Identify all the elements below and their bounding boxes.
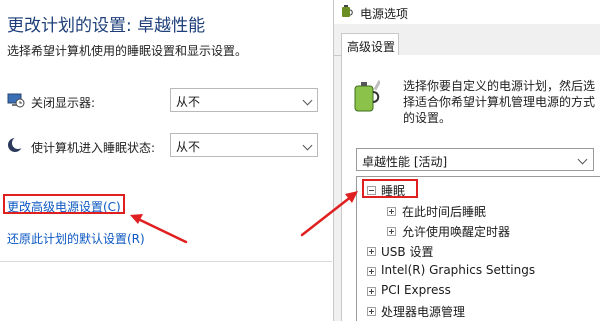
tree-item-intel-graphics[interactable]: Intel(R) Graphics Settings [381, 263, 535, 277]
display-off-select[interactable]: 从不 [170, 88, 318, 112]
tree-item-wake-timers[interactable]: 允许使用唤醒定时器 [402, 223, 510, 240]
dialog-description: 选择你要自定义的电源计划，然后选择适合你希望计算机管理电源的方式的设置。 [403, 79, 596, 125]
power-plan-battery-icon [354, 80, 380, 112]
tree-item-sleep-after[interactable]: 在此时间后睡眠 [402, 203, 486, 220]
expand-icon[interactable] [387, 207, 396, 216]
page-title: 更改计划的设置: 卓越性能 [7, 16, 206, 36]
chevron-down-icon [577, 154, 588, 165]
restore-defaults-link[interactable]: 还原此计划的默认设置(R) [7, 230, 145, 247]
sleep-moon-icon [8, 137, 24, 152]
highlight-box [362, 179, 418, 198]
sleep-select[interactable]: 从不 [170, 133, 318, 157]
expand-icon[interactable] [367, 307, 376, 316]
power-plan-settings-panel: 更改计划的设置: 卓越性能 选择希望计算机使用的睡眠设置和显示设置。 关闭显示器… [0, 0, 332, 321]
expand-icon[interactable] [387, 227, 396, 236]
monitor-clock-icon [7, 93, 25, 108]
display-off-label: 关闭显示器: [31, 96, 96, 110]
tree-item-processor-power[interactable]: 处理器电源管理 [381, 303, 465, 320]
tree-item-pci-express[interactable]: PCI Express [381, 283, 451, 297]
tab-advanced-settings[interactable]: 高级设置 [341, 33, 399, 56]
dialog-titlebar: 电源选项 [334, 0, 600, 24]
chevron-down-icon [302, 95, 313, 106]
dialog-title: 电源选项 [360, 7, 409, 21]
expand-icon[interactable] [367, 287, 376, 296]
highlight-box [3, 194, 125, 214]
power-options-app-icon [342, 5, 353, 17]
power-plan-select[interactable]: 卓越性能 [活动] [356, 148, 594, 171]
expand-icon[interactable] [367, 267, 376, 276]
expand-icon[interactable] [367, 247, 376, 256]
divider [0, 261, 332, 262]
chevron-down-icon [302, 140, 313, 151]
page-subtitle: 选择希望计算机使用的睡眠设置和显示设置。 [7, 44, 248, 58]
tree-item-usb[interactable]: USB 设置 [381, 243, 433, 260]
sleep-label: 使计算机进入睡眠状态: [31, 141, 156, 155]
power-options-dialog: 电源选项 高级设置 选择你要自定义的电源计划，然后选择适合你希望计算机管理电源的… [333, 0, 600, 321]
